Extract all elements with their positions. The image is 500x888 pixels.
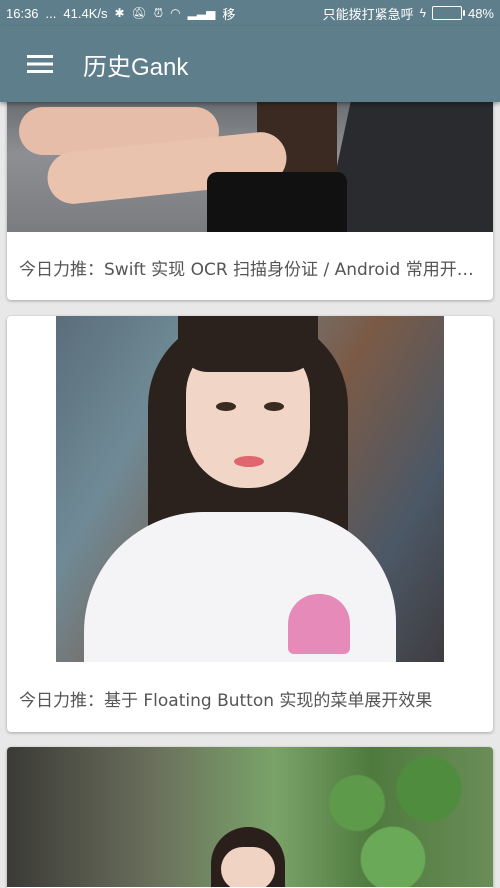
- list-item-image: [7, 747, 493, 887]
- status-network-speed: 41.4K/s: [63, 5, 108, 21]
- gank-history-list[interactable]: 今日力推：Swift 实现 OCR 扫描身份证 / Android 常用开源库 …: [0, 102, 500, 888]
- mute-icon: 🔕︎: [131, 6, 147, 20]
- menu-button[interactable]: [0, 26, 80, 102]
- wifi-icon: ◠: [170, 6, 181, 20]
- charging-icon: ϟ: [419, 6, 426, 20]
- list-item[interactable]: [7, 747, 493, 888]
- list-item-title: 今日力推：基于 Floating Button 实现的菜单展开效果: [19, 691, 433, 711]
- status-battery-percent: 48%: [467, 5, 494, 21]
- status-emergency-text: 只能拨打紧急呼: [322, 6, 414, 22]
- status-bar: 16:36 ... 41.4K/s ✱ 🔕︎ ⏰︎ ◠ ▂▃▅ 移 只能拨打紧急…: [0, 0, 500, 26]
- list-item[interactable]: 今日力推：基于 Floating Button 实现的菜单展开效果: [7, 316, 493, 732]
- status-carrier: 移: [222, 6, 236, 22]
- hamburger-menu-icon: [27, 55, 53, 73]
- signal-icon: ▂▃▅: [187, 6, 216, 20]
- list-item[interactable]: 今日力推：Swift 实现 OCR 扫描身份证 / Android 常用开源库: [7, 102, 493, 300]
- alarm-icon: ⏰︎: [153, 6, 164, 20]
- battery-icon: [431, 6, 465, 20]
- app-bar: 历史Gank: [0, 26, 500, 102]
- list-item-image: [56, 316, 444, 662]
- list-item-title: 今日力推：Swift 实现 OCR 扫描身份证 / Android 常用开源库: [19, 260, 481, 280]
- bluetooth-icon: ✱: [114, 6, 125, 20]
- page-title: 历史Gank: [83, 53, 189, 81]
- status-time: 16:36: [6, 5, 39, 21]
- status-dots: ...: [45, 5, 57, 21]
- list-item-image: [7, 102, 493, 232]
